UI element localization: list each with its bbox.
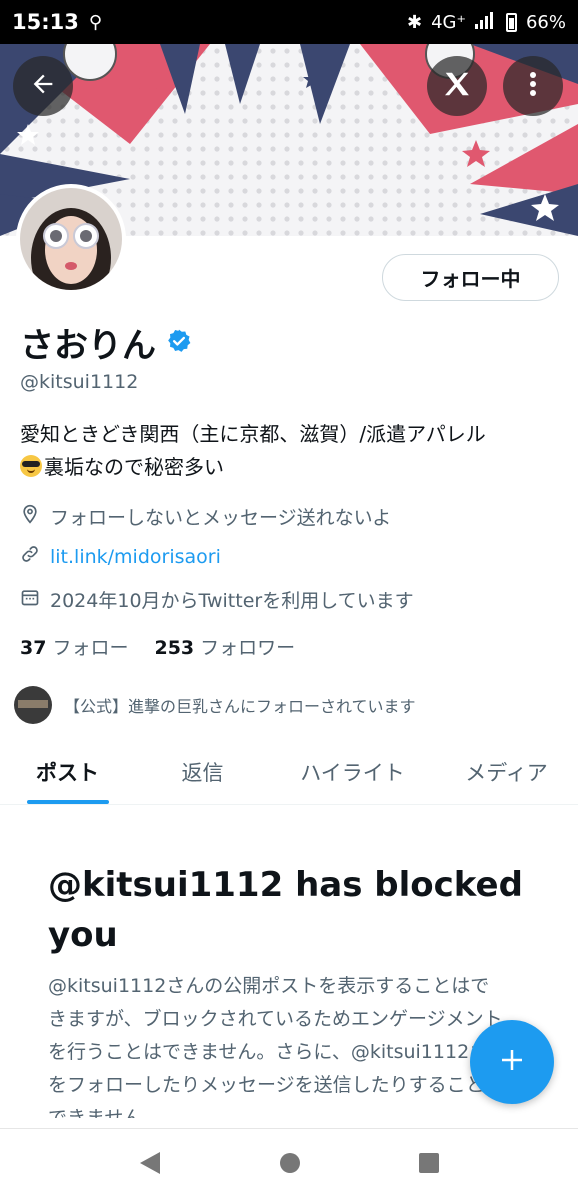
more-options-button[interactable] <box>503 56 563 116</box>
bio-line-2: 裏垢なので秘密多い <box>44 455 224 479</box>
plus-icon <box>497 1045 527 1079</box>
follower-avatar <box>14 686 52 724</box>
followed-by-text: 【公式】進撃の巨乳さんにフォローされています <box>64 697 416 716</box>
link-text[interactable]: lit.link/midorisaori <box>50 546 221 568</box>
status-bar: 15:13 ⚲ ✱ 4G⁺ 66% <box>0 0 578 44</box>
calendar-icon <box>20 587 50 612</box>
back-button[interactable] <box>13 56 73 116</box>
location-pin-icon <box>20 504 50 529</box>
signal-icon <box>474 11 497 34</box>
user-handle: @kitsui1112 <box>20 371 139 393</box>
compose-button[interactable] <box>470 1020 554 1104</box>
tab-highlights[interactable]: ハイライト <box>270 740 435 804</box>
profile-tabs: ポスト 返信 ハイライト メディア <box>0 740 578 805</box>
bio-line-1: 愛知ときどき関西（主に京都、滋賀）/派遣アパレル <box>20 422 486 446</box>
x-logo-icon <box>442 69 472 103</box>
followers-link[interactable]: 253 フォロワー <box>154 633 295 660</box>
tab-replies[interactable]: 返信 <box>135 740 270 804</box>
battery-level: 66% <box>525 11 566 33</box>
joined-text: 2024年10月からTwitterを利用しています <box>50 590 414 612</box>
followed-by-row[interactable]: 【公式】進撃の巨乳さんにフォローされています <box>14 686 416 724</box>
followers-count: 253 <box>154 637 195 659</box>
follow-counts: 37 フォロー 253 フォロワー <box>20 633 295 660</box>
arrow-left-icon <box>29 70 57 102</box>
followers-label: フォロワー <box>200 637 296 659</box>
blocked-notice: @kitsui1112 has blocked you @kitsui1112さ… <box>48 860 548 1135</box>
following-button[interactable]: フォロー中 <box>382 254 559 301</box>
following-link[interactable]: 37 フォロー <box>20 633 128 660</box>
nav-home-icon[interactable] <box>278 1151 302 1179</box>
nav-recents-icon[interactable] <box>418 1152 440 1178</box>
verified-badge-icon[interactable] <box>166 328 192 358</box>
avatar-image <box>20 188 122 290</box>
more-vertical-icon <box>529 71 537 101</box>
location-text: フォローしないとメッセージ送れないよ <box>50 507 392 529</box>
system-nav-bar <box>0 1128 578 1200</box>
profile-avatar[interactable] <box>16 184 126 294</box>
bio-line-2-wrap: 裏垢なので秘密多い <box>20 451 570 484</box>
display-name: さおりん <box>20 326 156 366</box>
blocked-body: @kitsui1112さんの公開ポストを表示することはできますが、ブロックされて… <box>48 975 508 1129</box>
battery-icon <box>505 12 517 32</box>
sunglasses-emoji-icon <box>20 455 42 477</box>
bluetooth-icon: ✱ <box>406 11 423 33</box>
network-type: 4G⁺ <box>431 11 466 33</box>
status-time: 15:13 <box>12 10 79 34</box>
tab-media[interactable]: メディア <box>435 740 578 804</box>
link-icon <box>20 544 50 569</box>
following-count: 37 <box>20 637 47 659</box>
profile-joined: 2024年10月からTwitterを利用しています <box>20 586 414 613</box>
tab-posts[interactable]: ポスト <box>0 740 135 804</box>
profile-location: フォローしないとメッセージ送れないよ <box>20 503 391 530</box>
lightbulb-icon: ⚲ <box>88 11 103 33</box>
profile-link[interactable]: lit.link/midorisaori <box>20 544 221 569</box>
following-label: フォロー <box>52 637 129 659</box>
nav-back-icon[interactable] <box>138 1150 162 1180</box>
status-right: ✱ 4G⁺ 66% <box>407 11 566 34</box>
x-logo-button[interactable] <box>427 56 487 116</box>
profile-bio: 愛知ときどき関西（主に京都、滋賀）/派遣アパレル 裏垢なので秘密多い <box>20 418 570 484</box>
blocked-title: @kitsui1112 has blocked you <box>48 865 523 955</box>
profile-name-row: さおりん <box>20 318 192 367</box>
